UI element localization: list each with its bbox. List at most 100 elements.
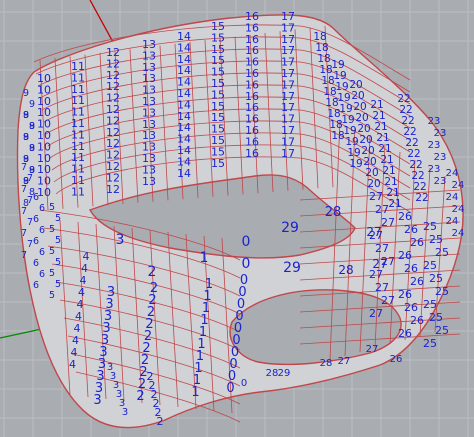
face-index-label: 27 bbox=[381, 294, 395, 307]
face-index-label: 6 bbox=[39, 269, 45, 280]
face-index-label: 27 bbox=[369, 268, 383, 281]
face-index-label: 6 bbox=[33, 214, 39, 225]
face-index-label: 24 bbox=[446, 192, 459, 203]
face-index-label: 2 bbox=[136, 389, 144, 404]
face-index-label: 5 bbox=[49, 224, 55, 235]
face-index-label: 22 bbox=[415, 192, 428, 204]
face-index-label: 9 bbox=[29, 99, 35, 110]
face-index-label: 27 bbox=[338, 356, 351, 367]
face-index-label: 25 bbox=[435, 285, 449, 298]
face-index-label: 28 bbox=[325, 205, 342, 220]
face-index-label: 29 bbox=[281, 220, 299, 236]
face-index-label: 23 bbox=[434, 152, 447, 163]
face-index-label: 14 bbox=[177, 167, 191, 180]
face-index-label: 27 bbox=[369, 229, 383, 242]
face-index-label: 6 bbox=[33, 192, 39, 203]
face-index-label: 5 bbox=[49, 290, 55, 301]
face-index-label: 19 bbox=[349, 158, 362, 170]
face-index-label: 26 bbox=[398, 288, 412, 301]
face-index-label: 17 bbox=[281, 147, 295, 160]
face-index-label: 26 bbox=[410, 275, 424, 288]
face-index-label: 5 bbox=[55, 213, 61, 224]
face-index-label: 2 bbox=[157, 415, 164, 428]
face-index-label: 6 bbox=[39, 225, 45, 236]
face-index-label: 23 bbox=[434, 176, 447, 187]
face-index-label: 5 bbox=[55, 279, 61, 290]
face-index-label: 6 bbox=[39, 247, 45, 258]
face-index-label: 25 bbox=[435, 324, 449, 337]
face-index-label: 27 bbox=[375, 203, 389, 216]
face-index-label: 7 bbox=[21, 184, 27, 195]
face-index-label: 25 bbox=[423, 220, 437, 233]
face-index-label: 7 bbox=[21, 250, 27, 261]
face-index-label: 24 bbox=[452, 228, 465, 239]
3d-viewport[interactable]: 10 10 10 10 10 10 10 10 10 10 10 11 11 11 11 11 11 11 11 11… bbox=[0, 0, 474, 437]
face-index-label: 13 bbox=[142, 175, 156, 188]
face-index-label: 3 bbox=[116, 232, 125, 248]
face-index-label: 25 bbox=[429, 311, 443, 324]
face-index-label: 16 bbox=[245, 147, 259, 160]
face-index-label: 21 bbox=[388, 198, 401, 210]
face-index-label: 26 bbox=[404, 223, 418, 236]
face-index-label: 7 bbox=[21, 206, 27, 217]
face-index-label: 29 bbox=[278, 368, 291, 379]
face-index-label: 27 bbox=[375, 281, 389, 294]
face-index-label: 8 bbox=[29, 121, 35, 132]
face-index-label: 23 bbox=[428, 140, 441, 151]
face-index-label: 6 bbox=[33, 258, 39, 269]
face-index-label: 26 bbox=[404, 262, 418, 275]
face-index-label: 25 bbox=[423, 259, 437, 272]
face-index-label: 7 bbox=[21, 162, 27, 173]
face-index-label: 27 bbox=[381, 255, 395, 268]
face-index-label: 20 bbox=[367, 178, 380, 190]
face-index-label: 24 bbox=[452, 204, 465, 215]
face-index-label: 5 bbox=[55, 257, 61, 268]
face-index-label: 26 bbox=[390, 354, 403, 365]
face-index-label: 1 bbox=[191, 385, 199, 400]
viewport-scene: 1010101010101010101010111111111111111111… bbox=[0, 0, 474, 437]
face-index-label: 26 bbox=[398, 249, 412, 262]
face-index-label: 0 bbox=[241, 378, 247, 389]
face-index-label: 6 bbox=[39, 203, 45, 214]
face-index-label: 0 bbox=[242, 234, 251, 250]
face-index-label: 9 bbox=[23, 88, 29, 99]
face-index-label: 2 bbox=[148, 264, 157, 280]
face-index-label: 5 bbox=[49, 268, 55, 279]
face-index-label: 3 bbox=[122, 407, 128, 418]
face-index-label: 25 bbox=[423, 298, 437, 311]
face-index-label: 7 bbox=[21, 228, 27, 239]
face-index-label: 0 bbox=[226, 381, 234, 396]
face-index-label: 26 bbox=[410, 314, 424, 327]
face-index-label: 26 bbox=[410, 236, 424, 249]
face-index-label: 7 bbox=[27, 173, 33, 184]
face-index-label: 28 bbox=[320, 358, 333, 369]
face-index-label: 23 bbox=[434, 128, 447, 139]
face-index-label: 12 bbox=[106, 183, 120, 196]
face-index-label: 15 bbox=[211, 157, 225, 170]
face-index-label: 5 bbox=[49, 202, 55, 213]
face-index-label: 27 bbox=[369, 190, 383, 203]
face-index-label: 24 bbox=[446, 168, 459, 179]
face-index-label: 27 bbox=[369, 307, 383, 320]
face-index-label: 0 bbox=[242, 256, 251, 272]
face-index-label: 25 bbox=[429, 272, 443, 285]
face-index-label: 25 bbox=[435, 246, 449, 259]
face-index-label: 8 bbox=[23, 110, 29, 121]
face-index-label: 27 bbox=[381, 216, 395, 229]
face-index-label: 5 bbox=[55, 235, 61, 246]
face-index-label: 6 bbox=[33, 280, 39, 291]
face-index-label: 26 bbox=[398, 327, 412, 340]
face-index-label: 24 bbox=[446, 216, 459, 227]
face-index-label: 3 bbox=[93, 393, 101, 408]
face-index-label: 27 bbox=[366, 344, 379, 355]
face-index-label: 10 bbox=[37, 186, 51, 199]
face-index-label: 6 bbox=[33, 236, 39, 247]
face-index-label: 8 bbox=[29, 143, 35, 154]
face-index-label: 26 bbox=[398, 210, 412, 223]
face-index-label: 28 bbox=[338, 263, 353, 277]
face-index-label: 4 bbox=[69, 358, 76, 371]
face-index-label: 5 bbox=[49, 246, 55, 257]
face-index-label: 24 bbox=[452, 180, 465, 191]
face-index-label: 8 bbox=[23, 132, 29, 143]
face-index-label: 23 bbox=[428, 116, 441, 127]
